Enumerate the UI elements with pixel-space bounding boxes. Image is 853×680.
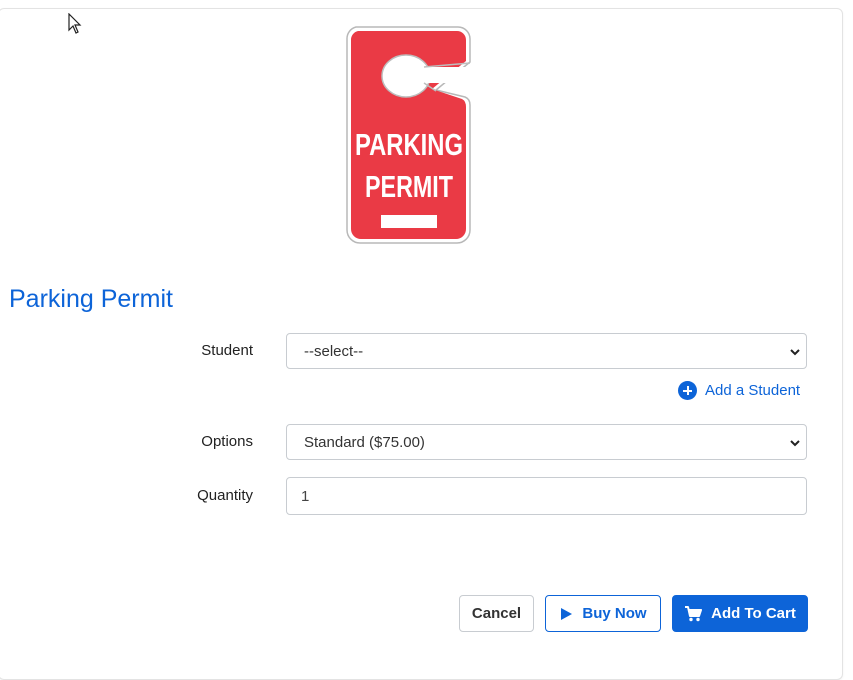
parking-permit-image: PARKING PERMIT [346, 26, 471, 244]
student-select[interactable]: --select-- [286, 333, 807, 369]
cancel-button-label: Cancel [471, 605, 522, 622]
buy-now-button[interactable]: Buy Now [545, 595, 661, 632]
student-label: Student [201, 342, 253, 359]
product-title: Parking Permit [9, 285, 173, 313]
cart-icon [685, 605, 703, 621]
options-select-value: Standard ($75.00) [304, 433, 425, 451]
buy-now-button-label: Buy Now [582, 605, 647, 622]
permit-image-line-2: PERMIT [365, 169, 453, 204]
add-to-cart-button[interactable]: Add To Cart [672, 595, 808, 632]
options-label: Options [201, 433, 253, 450]
options-select[interactable]: Standard ($75.00) [286, 424, 807, 460]
quantity-value: 1 [301, 487, 310, 505]
plus-circle-icon [678, 381, 697, 400]
add-student-label: Add a Student [705, 382, 801, 399]
student-select-value: --select-- [304, 342, 364, 360]
add-to-cart-button-label: Add To Cart [711, 605, 796, 622]
quantity-label: Quantity [197, 487, 253, 504]
permit-image-line-1: PARKING [355, 127, 463, 162]
chevron-down-icon [790, 349, 800, 356]
chevron-down-icon [790, 440, 800, 447]
mouse-cursor-icon [68, 13, 82, 34]
quantity-input[interactable]: 1 [286, 477, 807, 515]
play-icon [561, 607, 573, 620]
add-student-link[interactable]: Add a Student [678, 381, 800, 400]
cancel-button[interactable]: Cancel [459, 595, 534, 632]
